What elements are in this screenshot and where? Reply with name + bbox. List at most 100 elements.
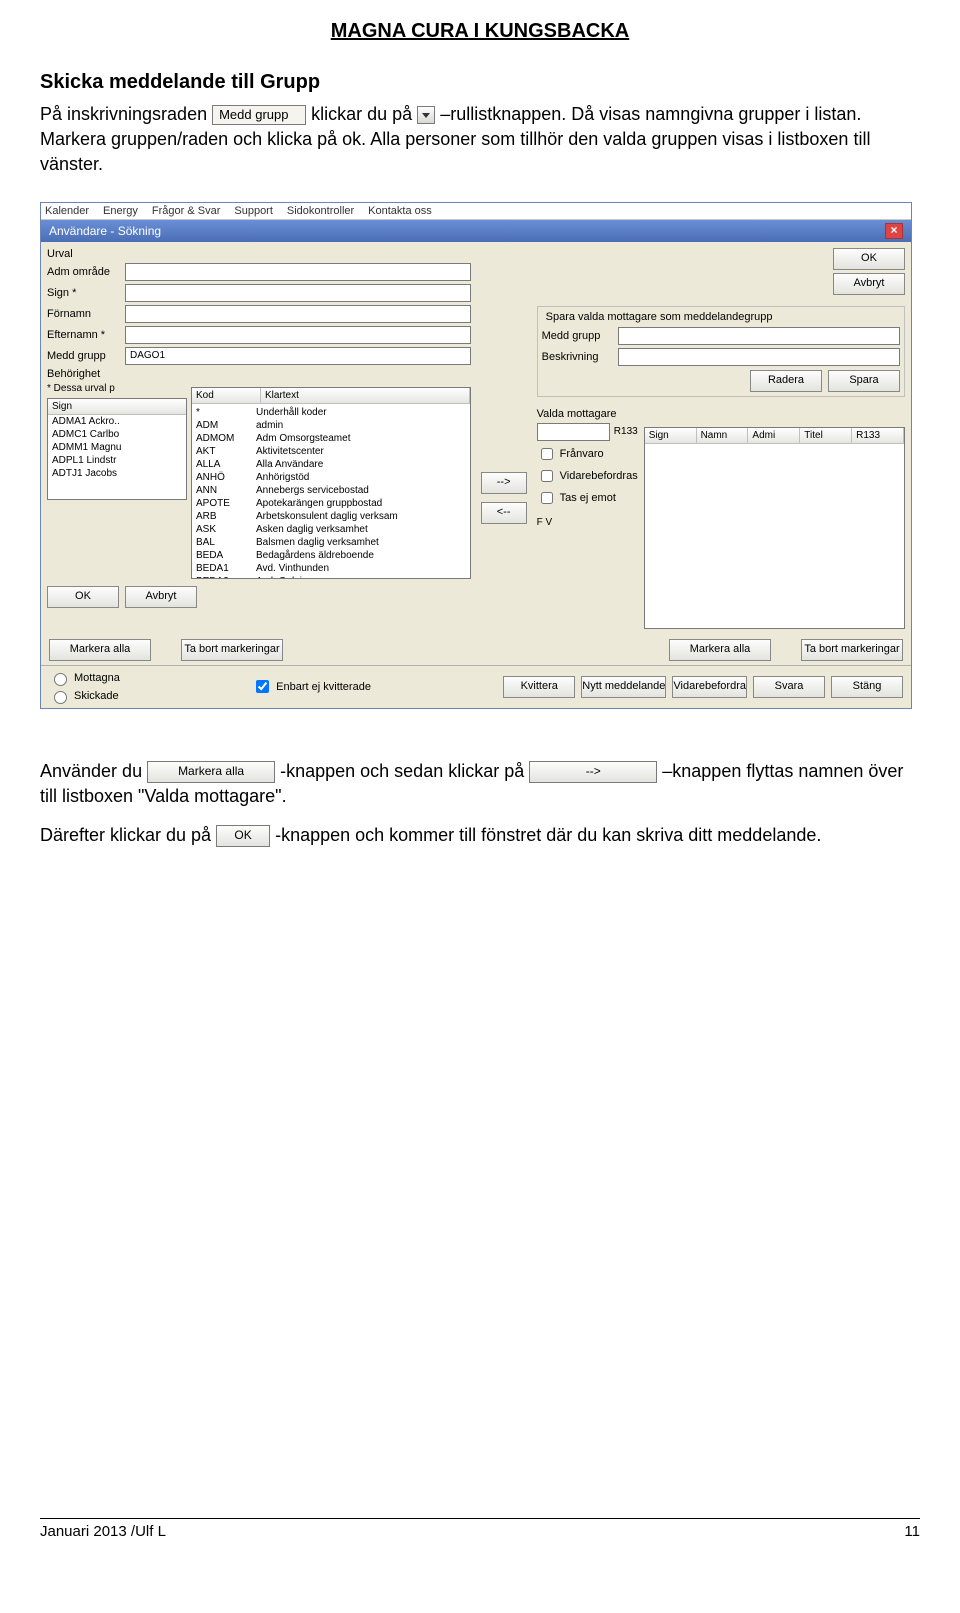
label-sign: Sign * — [47, 287, 119, 299]
list-item[interactable]: ALLAAlla Användare — [192, 458, 470, 471]
svara-button[interactable]: Svara — [753, 676, 825, 698]
list-item[interactable]: ADTJ1 Jacobs — [48, 467, 186, 480]
move-right-button[interactable]: --> — [481, 472, 527, 494]
list-item[interactable]: BEDABedagårdens äldreboende — [192, 549, 470, 562]
valda-mottagare-listbox[interactable]: Sign Namn Admi Titel R133 — [644, 427, 905, 629]
ok-button[interactable]: OK — [47, 586, 119, 608]
groupbox-title: Spara valda mottagare som meddelandegrup… — [542, 311, 777, 323]
enbart-checkbox[interactable] — [256, 680, 269, 693]
col-sign: Sign — [645, 428, 697, 443]
markera-alla-right-button[interactable]: Markera alla — [669, 639, 771, 661]
section-title: Skicka meddelande till Grupp — [40, 71, 920, 94]
footer-page-number: 11 — [904, 1523, 920, 1540]
move-left-button[interactable]: <-- — [481, 502, 527, 524]
beskrivning-input[interactable] — [618, 348, 900, 366]
list-item[interactable]: ASKAsken daglig verksamhet — [192, 523, 470, 536]
label-adm: Adm område — [47, 266, 119, 278]
footer-left: Januari 2013 /Ulf L — [40, 1523, 166, 1540]
valda-mottagare-label: Valda mottagare — [537, 408, 905, 420]
stang-button[interactable]: Stäng — [831, 676, 903, 698]
inline-medd-grupp-field: Medd grupp — [212, 105, 306, 125]
sign-input[interactable] — [125, 284, 471, 302]
ok-button-right[interactable]: OK — [833, 248, 905, 270]
menu-item[interactable]: Sidokontroller — [287, 205, 354, 217]
vidarebefordra-button[interactable]: Vidarebefordra — [672, 676, 747, 698]
list-item[interactable]: ADMM1 Magnu — [48, 441, 186, 454]
markera-alla-left-button[interactable]: Markera alla — [49, 639, 151, 661]
inline-markera-alla-button: Markera alla — [147, 761, 275, 783]
paragraph-2: Använder du Markera alla -knappen och se… — [40, 759, 920, 809]
col-titel: Titel — [800, 428, 852, 443]
list-item[interactable]: BALBalsmen daglig verksamhet — [192, 536, 470, 549]
nytt-meddelande-button[interactable]: Nytt meddelande — [581, 676, 666, 698]
label-beskrivning: Beskrivning — [542, 351, 612, 363]
fornamn-input[interactable] — [125, 305, 471, 323]
list-item[interactable]: BEDA2Avd. Galejan — [192, 575, 470, 579]
label-behorighet: Behörighet — [47, 368, 119, 380]
menu-item[interactable]: Energy — [103, 205, 138, 217]
tasej-label: Tas ej emot — [560, 492, 616, 504]
fv-label: F V — [537, 517, 638, 528]
r133-input[interactable] — [537, 423, 610, 441]
window-title: Användare - Sökning — [49, 224, 161, 238]
list-item[interactable]: ADMC1 Carlbo — [48, 428, 186, 441]
radera-button[interactable]: Radera — [750, 370, 822, 392]
col-namn: Namn — [697, 428, 749, 443]
adm-input[interactable] — [125, 263, 471, 281]
list-item[interactable]: ADMOMAdm Omsorgsteamet — [192, 432, 470, 445]
list-item[interactable]: ANHÖAnhörigstöd — [192, 471, 470, 484]
sign-listbox[interactable]: Sign ADMA1 Ackro.. ADMC1 Carlbo ADMM1 Ma… — [47, 398, 187, 500]
list-item[interactable]: AKTAktivitetscenter — [192, 445, 470, 458]
kvittera-button[interactable]: Kvittera — [503, 676, 575, 698]
embedded-app-screenshot: Kalender Energy Frågor & Svar Support Si… — [40, 202, 912, 709]
window-titlebar: Användare - Sökning × — [41, 220, 911, 242]
label-medd-grupp: Medd grupp — [542, 330, 612, 342]
skickade-label: Skickade — [74, 690, 119, 702]
menu-item[interactable]: Kontakta oss — [368, 205, 432, 217]
r133-label: R133 — [614, 426, 638, 437]
p2-a: Använder du — [40, 761, 147, 781]
medd-grupp-input[interactable] — [618, 327, 900, 345]
spara-button[interactable]: Spara — [828, 370, 900, 392]
franvaro-checkbox[interactable] — [541, 448, 553, 460]
efternamn-input[interactable] — [125, 326, 471, 344]
label-urval: Urval — [47, 248, 119, 260]
vidare-label: Vidarebefordras — [560, 470, 638, 482]
franvaro-label: Frånvaro — [560, 448, 604, 460]
p3-b: -knappen och kommer till fönstret där du… — [275, 825, 821, 845]
mottagna-radio[interactable] — [54, 673, 67, 686]
label-dessa: * Dessa urval p — [47, 383, 187, 394]
p2-b: -knappen och sedan klickar på — [280, 761, 529, 781]
menu-item[interactable]: Support — [234, 205, 273, 217]
mottagna-label: Mottagna — [74, 672, 120, 684]
list-item[interactable]: ARBArbetskonsulent daglig verksam — [192, 510, 470, 523]
p3-a: Därefter klickar du på — [40, 825, 216, 845]
list-item[interactable]: ADPL1 Lindstr — [48, 454, 186, 467]
skickade-radio[interactable] — [54, 691, 67, 704]
label-fornamn: Förnamn — [47, 308, 119, 320]
avbryt-button[interactable]: Avbryt — [125, 586, 197, 608]
medd-input[interactable]: DAGO1 — [125, 347, 471, 365]
paragraph-3: Därefter klickar du på OK -knappen och k… — [40, 823, 920, 848]
col-klartext: Klartext — [261, 388, 470, 403]
col-kod: Kod — [192, 388, 261, 403]
vidarebefordras-checkbox[interactable] — [541, 470, 553, 482]
list-item[interactable]: ADMadmin — [192, 419, 470, 432]
col-r133: R133 — [852, 428, 904, 443]
list-item[interactable]: ADMA1 Ackro.. — [48, 415, 186, 428]
tabort-left-button[interactable]: Ta bort markeringar — [181, 639, 283, 661]
p1-a: På inskrivningsraden — [40, 104, 212, 124]
tasejemot-checkbox[interactable] — [541, 492, 553, 504]
kod-listbox[interactable]: Kod Klartext *Underhåll koderADMadminADM… — [191, 387, 471, 579]
tabort-right-button[interactable]: Ta bort markeringar — [801, 639, 903, 661]
avbryt-button-right[interactable]: Avbryt — [833, 273, 905, 295]
list-item[interactable]: ANNAnnebergs servicebostad — [192, 484, 470, 497]
list-item[interactable]: APOTEApotekarängen gruppbostad — [192, 497, 470, 510]
inline-ok-button: OK — [216, 825, 270, 847]
menu-item[interactable]: Kalender — [45, 205, 89, 217]
list-item[interactable]: *Underhåll koder — [192, 406, 470, 419]
list-item[interactable]: BEDA1Avd. Vinthunden — [192, 562, 470, 575]
close-icon[interactable]: × — [885, 223, 903, 239]
menu-item[interactable]: Frågor & Svar — [152, 205, 220, 217]
inline-arrow-button: --> — [529, 761, 657, 783]
